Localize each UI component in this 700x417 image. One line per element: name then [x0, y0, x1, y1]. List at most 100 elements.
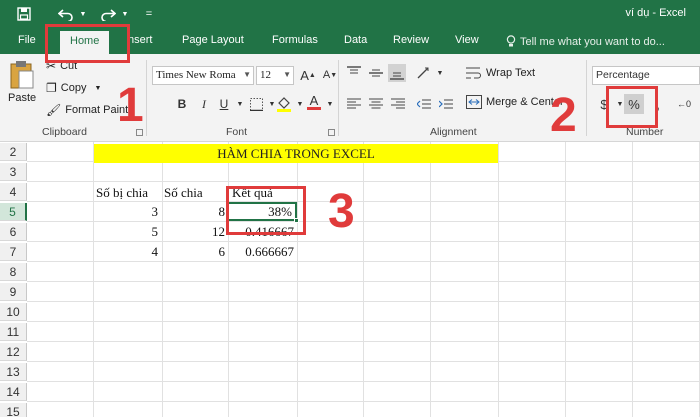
cell-divisor[interactable]: 8 [163, 203, 226, 221]
bold-button[interactable]: B [174, 96, 190, 112]
decrease-font-icon[interactable]: A ▼ [322, 67, 338, 83]
decrease-indent-icon[interactable] [416, 96, 432, 112]
tell-me-placeholder: Tell me what you want to do... [520, 35, 665, 48]
customize-toolbar-icon[interactable]: = [142, 4, 156, 24]
merge-cells-icon [466, 95, 482, 109]
tell-me-box[interactable]: Tell me what you want to do... [506, 35, 665, 48]
row-header[interactable]: 9 [0, 283, 27, 301]
tab-formulas[interactable]: Formulas [272, 34, 318, 46]
font-size-value: 12 [260, 69, 271, 81]
font-size-select[interactable]: 12 ▼ [256, 66, 294, 85]
number-format-select[interactable]: Percentage [592, 66, 700, 85]
ribbon-home: Paste ✂ Cut ❐ Copy ▼ 🖌 Format Painte Cli… [0, 54, 700, 142]
annotation-box-percent [606, 86, 658, 128]
underline-button[interactable]: U [216, 96, 232, 112]
sheet-banner-title[interactable]: HÀM CHIA TRONG EXCEL [94, 144, 498, 163]
copy-label: Copy [60, 82, 87, 94]
font-color-letter: A [309, 93, 319, 108]
align-right-icon[interactable] [390, 96, 406, 112]
row-header[interactable]: 10 [0, 303, 27, 321]
redo-dropdown-icon[interactable]: ▼ [120, 4, 130, 24]
cell-divisor[interactable]: 12 [163, 223, 225, 241]
header-divisor[interactable]: Số chia [164, 184, 203, 202]
tab-view[interactable]: View [455, 34, 479, 46]
cell-divisor[interactable]: 6 [163, 243, 226, 261]
chevron-down-icon[interactable]: ▼ [432, 65, 448, 81]
row-header[interactable]: 15 [0, 403, 27, 417]
wrap-text-label: Wrap Text [486, 67, 536, 79]
increase-font-icon[interactable]: A ▲ [300, 67, 316, 83]
paste-button[interactable]: Paste [8, 60, 36, 104]
row-header[interactable]: 2 [0, 143, 27, 161]
font-name-select[interactable]: Times New Roma ▼ [152, 66, 254, 85]
chevron-down-icon: ▼ [94, 84, 102, 92]
italic-button[interactable]: I [196, 96, 212, 112]
merge-center-button[interactable]: Merge & Center [466, 95, 564, 109]
group-divider [146, 60, 147, 136]
number-format-value: Percentage [596, 69, 650, 81]
font-color-icon[interactable]: A [306, 94, 322, 110]
paste-label: Paste [8, 92, 37, 104]
row-gridline [27, 181, 700, 182]
borders-icon[interactable] [248, 96, 264, 112]
row-gridline [27, 381, 700, 382]
header-dividend[interactable]: Số bị chia [96, 184, 148, 202]
column-gridline [93, 142, 94, 417]
tab-file[interactable]: File [18, 34, 36, 46]
row-header-selected[interactable]: 5 [0, 203, 27, 221]
column-gridline [297, 142, 298, 417]
undo-dropdown-icon[interactable]: ▼ [78, 4, 88, 24]
font-launcher-icon[interactable] [328, 129, 335, 136]
align-center-icon[interactable] [368, 96, 384, 112]
row-header[interactable]: 7 [0, 243, 27, 261]
row-gridline [27, 321, 700, 322]
alignment-group-label: Alignment [430, 126, 477, 138]
annotation-box-home-tab [45, 24, 130, 63]
wrap-text-button[interactable]: Wrap Text [466, 66, 535, 80]
brush-icon: 🖌 [46, 103, 62, 117]
cell-dividend[interactable]: 5 [94, 223, 159, 241]
align-middle-icon[interactable] [368, 65, 384, 81]
chevron-down-icon[interactable]: ▼ [232, 96, 248, 112]
row-gridline [27, 301, 700, 302]
tab-data[interactable]: Data [344, 34, 367, 46]
annotation-step-2: 2 [550, 89, 577, 142]
row-gridline [27, 221, 700, 222]
copy-button[interactable]: ❐ Copy ▼ [46, 81, 101, 95]
row-header[interactable]: 8 [0, 263, 27, 281]
clipboard-group-label: Clipboard [42, 126, 87, 138]
cell-result[interactable]: 0.666667 [229, 243, 294, 261]
row-header[interactable]: 6 [0, 223, 27, 241]
column-gridline [498, 142, 499, 417]
group-divider [586, 60, 587, 136]
tab-review[interactable]: Review [393, 34, 429, 46]
row-header[interactable]: 3 [0, 163, 27, 181]
copy-icon: ❐ [46, 81, 57, 95]
redo-icon[interactable] [98, 4, 118, 24]
align-top-icon[interactable] [346, 65, 362, 81]
orientation-icon[interactable] [416, 65, 432, 81]
row-header[interactable]: 12 [0, 343, 27, 361]
row-header[interactable]: 13 [0, 363, 27, 381]
increase-decimal-icon[interactable]: ←0 [676, 96, 692, 112]
increase-indent-icon[interactable] [438, 96, 454, 112]
save-icon[interactable] [14, 4, 34, 24]
chevron-down-icon[interactable]: ▼ [322, 96, 338, 112]
align-left-icon[interactable] [346, 96, 362, 112]
row-gridline [27, 341, 700, 342]
cell-dividend[interactable]: 4 [94, 243, 159, 261]
tab-page-layout[interactable]: Page Layout [182, 34, 244, 46]
row-header[interactable]: 14 [0, 383, 27, 401]
row-header[interactable]: 4 [0, 183, 27, 201]
cell-dividend[interactable]: 3 [94, 203, 159, 221]
fill-color-icon[interactable] [276, 96, 292, 112]
group-divider [338, 60, 339, 136]
undo-icon[interactable] [56, 4, 76, 24]
font-name-value: Times New Roma [156, 69, 236, 81]
column-gridline [228, 142, 229, 417]
align-bottom-icon[interactable] [388, 64, 406, 82]
tab-insert[interactable]: nsert [128, 34, 152, 46]
annotation-step-1: 1 [117, 79, 144, 132]
row-header[interactable]: 11 [0, 323, 27, 341]
lightbulb-icon [506, 35, 516, 47]
